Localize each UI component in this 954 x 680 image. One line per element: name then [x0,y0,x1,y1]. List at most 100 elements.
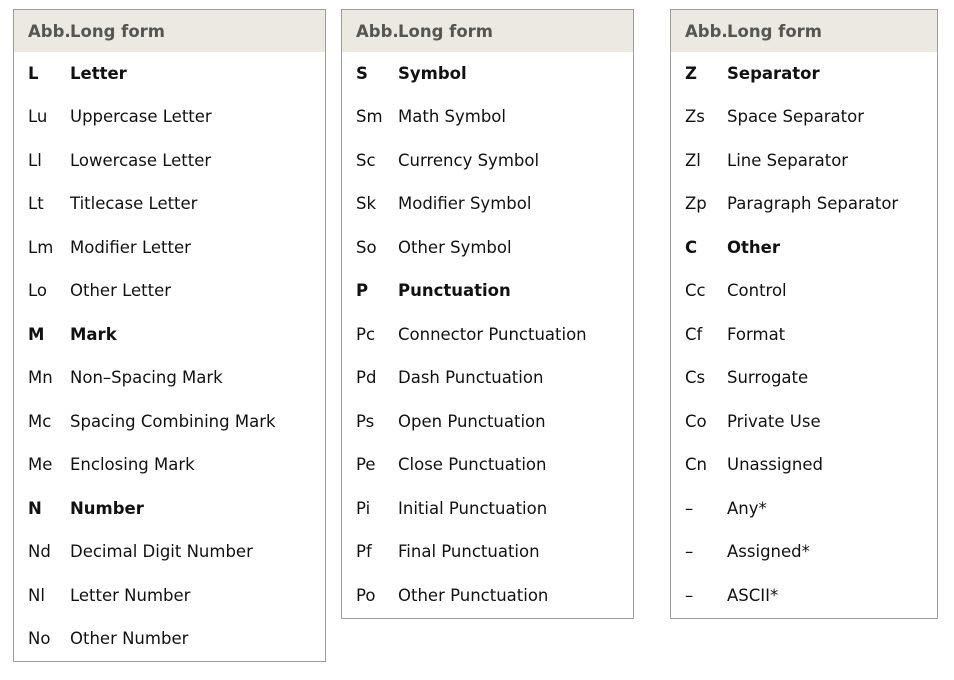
category-table-1: Abb. Long form S Symbol Sm Math Symbol Sc Curre… [341,9,634,619]
table-row: Po Other Punctuation [342,574,633,618]
cell-long-form: Punctuation [398,281,511,301]
table-row: Zp Paragraph Separator [671,183,937,227]
cell-abbreviation: – [685,542,694,562]
cell-abbreviation: – [685,498,694,518]
table-row: S Symbol [342,52,633,96]
table-row: Me Enclosing Mark [14,444,325,488]
cell-abbreviation: N [28,498,42,518]
column-header-abbreviation: Abb. [356,22,399,41]
cell-long-form: Unassigned [727,455,823,475]
table-row: Ps Open Punctuation [342,400,633,444]
cell-long-form: Connector Punctuation [398,324,587,344]
cell-long-form: Other Number [70,629,189,649]
table-row: So Other Symbol [342,226,633,270]
table-row: Lu Uppercase Letter [14,96,325,140]
cell-abbreviation: P [356,281,369,301]
table-row: Cc Control [671,270,937,314]
cell-abbreviation: Sc [356,150,376,170]
cell-abbreviation: L [28,63,39,83]
cell-long-form: Titlecase Letter [70,194,198,214]
table-row: Z Separator [671,52,937,96]
cell-long-form: Uppercase Letter [70,107,212,127]
cell-long-form: ASCII* [727,585,779,605]
table-row: Lm Modifier Letter [14,226,325,270]
table-row: – ASCII* [671,574,937,618]
cell-abbreviation: Zl [685,150,701,170]
cell-long-form: Other Punctuation [398,585,549,605]
cell-long-form: Letter [70,63,127,83]
cell-abbreviation: Cn [685,455,707,475]
table-row: Pf Final Punctuation [342,531,633,575]
table-row: P Punctuation [342,270,633,314]
cell-long-form: Format [727,324,786,344]
cell-abbreviation: Nl [28,585,45,605]
cell-long-form: Mark [70,324,117,344]
table-row: No Other Number [14,618,325,662]
table-header-row: Abb. Long form [671,10,937,53]
cell-abbreviation: M [28,324,45,344]
table-row: – Any* [671,487,937,531]
cell-abbreviation: No [28,629,51,649]
table-row: – Assigned* [671,531,937,575]
table-row: Mn Non–Spacing Mark [14,357,325,401]
table-row: Cf Format [671,313,937,357]
table-row: Zs Space Separator [671,96,937,140]
column-header-long-form: Long form [398,22,493,41]
cell-abbreviation: Pd [356,368,377,388]
category-reference-page: Abb. Long form L Letter Lu Uppercase Letter Ll… [0,0,954,680]
table-row: Sk Modifier Symbol [342,183,633,227]
cell-abbreviation: Ll [28,150,42,170]
table-row: Co Private Use [671,400,937,444]
cell-abbreviation: Cf [685,324,703,344]
cell-long-form: Math Symbol [398,107,506,127]
column-header-abbreviation: Abb. [28,22,71,41]
cell-long-form: Other Letter [70,281,172,301]
table-row: L Letter [14,52,325,96]
cell-long-form: Any* [727,498,767,518]
cell-abbreviation: Zs [685,107,705,127]
cell-abbreviation: So [356,237,377,257]
cell-long-form: Letter Number [70,585,191,605]
column-header-long-form: Long form [70,22,165,41]
category-table-grid-1: Abb. Long form S Symbol Sm Math Symbol Sc Curre… [342,10,633,618]
table-row: Lt Titlecase Letter [14,183,325,227]
cell-abbreviation: S [356,63,368,83]
table-row: Pi Initial Punctuation [342,487,633,531]
table-row: Cs Surrogate [671,357,937,401]
cell-long-form: Open Punctuation [398,411,546,431]
cell-long-form: Number [70,498,144,518]
table-row: Sm Math Symbol [342,96,633,140]
table-row: Pc Connector Punctuation [342,313,633,357]
column-header-long-form: Long form [727,22,822,41]
cell-abbreviation: Lu [28,107,48,127]
cell-abbreviation: Ps [356,411,375,431]
cell-long-form: Currency Symbol [398,150,540,170]
cell-abbreviation: Sk [356,194,377,214]
cell-long-form: Final Punctuation [398,542,540,562]
cell-abbreviation: Lt [28,194,44,214]
cell-abbreviation: Nd [28,542,51,562]
cell-abbreviation: Pc [356,324,376,344]
cell-long-form: Symbol [398,63,467,83]
cell-long-form: Non–Spacing Mark [70,368,223,388]
cell-long-form: Other Symbol [398,237,512,257]
table-header-row: Abb. Long form [14,10,325,53]
table-row: Mc Spacing Combining Mark [14,400,325,444]
cell-long-form: Close Punctuation [398,455,547,475]
cell-long-form: Lowercase Letter [70,150,212,170]
table-row: Zl Line Separator [671,139,937,183]
cell-abbreviation: Co [685,411,707,431]
cell-abbreviation: Me [28,455,53,475]
cell-long-form: Line Separator [727,150,849,170]
cell-abbreviation: C [685,237,698,257]
table-row: Pe Close Punctuation [342,444,633,488]
cell-long-form: Assigned* [727,542,810,562]
cell-abbreviation: Zp [685,194,707,214]
table-row: Cn Unassigned [671,444,937,488]
column-header-abbreviation: Abb. [685,22,728,41]
cell-long-form: Modifier Letter [70,237,191,257]
table-row: Ll Lowercase Letter [14,139,325,183]
cell-abbreviation: Z [685,63,697,83]
cell-long-form: Space Separator [727,107,864,127]
cell-long-form: Spacing Combining Mark [70,411,276,431]
